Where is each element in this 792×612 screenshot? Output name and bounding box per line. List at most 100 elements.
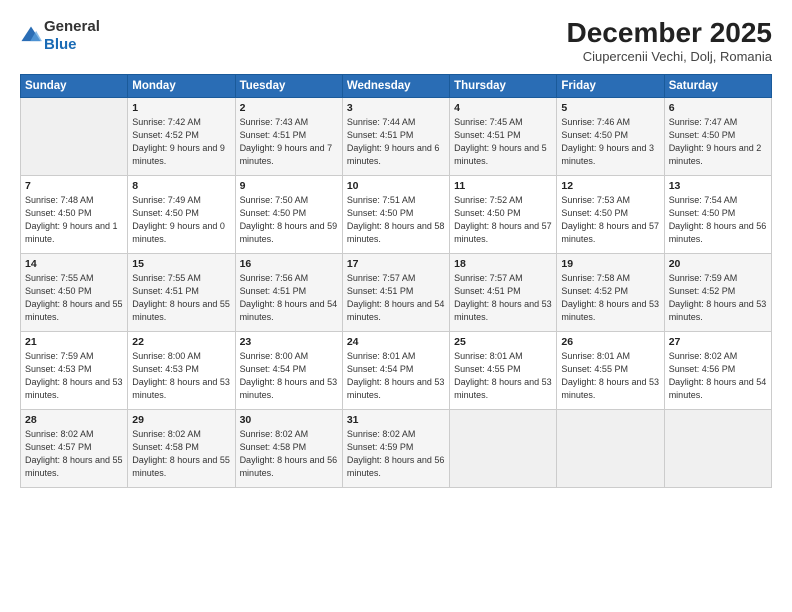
header-wednesday: Wednesday: [342, 74, 449, 97]
cell-4-1: 29 Sunrise: 8:02 AMSunset: 4:58 PMDayligh…: [128, 409, 235, 487]
logo: General Blue: [20, 18, 100, 54]
day-info: Sunrise: 7:51 AMSunset: 4:50 PMDaylight:…: [347, 194, 445, 246]
day-info: Sunrise: 7:48 AMSunset: 4:50 PMDaylight:…: [25, 194, 123, 246]
day-info: Sunrise: 8:02 AMSunset: 4:58 PMDaylight:…: [240, 428, 338, 480]
cell-3-6: 27Sunrise: 8:02 AMSunset: 4:56 PMDayligh…: [664, 331, 771, 409]
week-row-0: 1 Sunrise: 7:42 AMSunset: 4:52 PMDaylight…: [21, 97, 772, 175]
cell-2-5: 19 Sunrise: 7:58 AMSunset: 4:52 PMDayligh…: [557, 253, 664, 331]
day-number: 27: [669, 336, 767, 348]
location: Ciupercenii Vechi, Dolj, Romania: [567, 49, 772, 64]
day-info: Sunrise: 7:59 AMSunset: 4:52 PMDaylight:…: [669, 272, 767, 324]
day-number: 31: [347, 414, 445, 426]
day-number: 30: [240, 414, 338, 426]
month-title: December 2025: [567, 18, 772, 49]
day-info: Sunrise: 7:56 AMSunset: 4:51 PMDaylight:…: [240, 272, 338, 324]
day-number: 3: [347, 102, 445, 114]
day-info: Sunrise: 7:47 AMSunset: 4:50 PMDaylight:…: [669, 116, 767, 168]
day-info: Sunrise: 8:01 AMSunset: 4:55 PMDaylight:…: [561, 350, 659, 402]
day-number: 12: [561, 180, 659, 192]
logo-general: General: [44, 18, 100, 35]
day-number: 22: [132, 336, 230, 348]
logo-text: General Blue: [44, 18, 100, 54]
day-number: 19: [561, 258, 659, 270]
cell-2-1: 15Sunrise: 7:55 AMSunset: 4:51 PMDayligh…: [128, 253, 235, 331]
day-number: 7: [25, 180, 123, 192]
cell-0-6: 6 Sunrise: 7:47 AMSunset: 4:50 PMDaylight…: [664, 97, 771, 175]
cell-0-2: 2Sunrise: 7:43 AMSunset: 4:51 PMDaylight…: [235, 97, 342, 175]
day-info: Sunrise: 7:58 AMSunset: 4:52 PMDaylight:…: [561, 272, 659, 324]
cell-1-6: 13 Sunrise: 7:54 AMSunset: 4:50 PMDayligh…: [664, 175, 771, 253]
header-saturday: Saturday: [664, 74, 771, 97]
cell-4-2: 30 Sunrise: 8:02 AMSunset: 4:58 PMDayligh…: [235, 409, 342, 487]
cell-1-2: 9 Sunrise: 7:50 AMSunset: 4:50 PMDaylight…: [235, 175, 342, 253]
day-number: 24: [347, 336, 445, 348]
day-number: 29: [132, 414, 230, 426]
cell-0-0: [21, 97, 128, 175]
calendar-table: SundayMondayTuesdayWednesdayThursdayFrid…: [20, 74, 772, 488]
week-row-2: 14 Sunrise: 7:55 AMSunset: 4:50 PMDayligh…: [21, 253, 772, 331]
cell-4-3: 31Sunrise: 8:02 AMSunset: 4:59 PMDayligh…: [342, 409, 449, 487]
day-number: 1: [132, 102, 230, 114]
header-tuesday: Tuesday: [235, 74, 342, 97]
cell-3-5: 26Sunrise: 8:01 AMSunset: 4:55 PMDayligh…: [557, 331, 664, 409]
cell-0-4: 4 Sunrise: 7:45 AMSunset: 4:51 PMDaylight…: [450, 97, 557, 175]
day-info: Sunrise: 7:54 AMSunset: 4:50 PMDaylight:…: [669, 194, 767, 246]
day-info: Sunrise: 7:57 AMSunset: 4:51 PMDaylight:…: [454, 272, 552, 324]
cell-4-5: [557, 409, 664, 487]
day-info: Sunrise: 8:00 AMSunset: 4:54 PMDaylight:…: [240, 350, 338, 402]
day-number: 14: [25, 258, 123, 270]
week-row-4: 28Sunrise: 8:02 AMSunset: 4:57 PMDayligh…: [21, 409, 772, 487]
cell-0-3: 3 Sunrise: 7:44 AMSunset: 4:51 PMDaylight…: [342, 97, 449, 175]
day-info: Sunrise: 7:43 AMSunset: 4:51 PMDaylight:…: [240, 116, 338, 168]
header-sunday: Sunday: [21, 74, 128, 97]
cell-0-5: 5Sunrise: 7:46 AMSunset: 4:50 PMDaylight…: [557, 97, 664, 175]
day-info: Sunrise: 8:01 AMSunset: 4:55 PMDaylight:…: [454, 350, 552, 402]
cell-1-5: 12Sunrise: 7:53 AMSunset: 4:50 PMDayligh…: [557, 175, 664, 253]
cell-1-3: 10Sunrise: 7:51 AMSunset: 4:50 PMDayligh…: [342, 175, 449, 253]
day-number: 20: [669, 258, 767, 270]
day-number: 8: [132, 180, 230, 192]
day-number: 13: [669, 180, 767, 192]
cell-1-4: 11Sunrise: 7:52 AMSunset: 4:50 PMDayligh…: [450, 175, 557, 253]
cell-4-6: [664, 409, 771, 487]
day-info: Sunrise: 7:46 AMSunset: 4:50 PMDaylight:…: [561, 116, 659, 168]
cell-1-0: 7 Sunrise: 7:48 AMSunset: 4:50 PMDaylight…: [21, 175, 128, 253]
title-block: December 2025 Ciupercenii Vechi, Dolj, R…: [567, 18, 772, 64]
day-info: Sunrise: 7:42 AMSunset: 4:52 PMDaylight:…: [132, 116, 230, 168]
cell-3-2: 23 Sunrise: 8:00 AMSunset: 4:54 PMDayligh…: [235, 331, 342, 409]
cell-2-6: 20 Sunrise: 7:59 AMSunset: 4:52 PMDayligh…: [664, 253, 771, 331]
cell-3-0: 21Sunrise: 7:59 AMSunset: 4:53 PMDayligh…: [21, 331, 128, 409]
cell-2-4: 18 Sunrise: 7:57 AMSunset: 4:51 PMDayligh…: [450, 253, 557, 331]
day-number: 15: [132, 258, 230, 270]
day-number: 17: [347, 258, 445, 270]
header: General Blue December 2025 Ciupercenii V…: [20, 18, 772, 64]
cell-4-0: 28Sunrise: 8:02 AMSunset: 4:57 PMDayligh…: [21, 409, 128, 487]
day-info: Sunrise: 7:45 AMSunset: 4:51 PMDaylight:…: [454, 116, 552, 168]
day-info: Sunrise: 7:44 AMSunset: 4:51 PMDaylight:…: [347, 116, 445, 168]
day-info: Sunrise: 8:02 AMSunset: 4:58 PMDaylight:…: [132, 428, 230, 480]
cell-3-4: 25 Sunrise: 8:01 AMSunset: 4:55 PMDayligh…: [450, 331, 557, 409]
header-monday: Monday: [128, 74, 235, 97]
day-number: 4: [454, 102, 552, 114]
day-number: 9: [240, 180, 338, 192]
day-info: Sunrise: 8:01 AMSunset: 4:54 PMDaylight:…: [347, 350, 445, 402]
day-number: 18: [454, 258, 552, 270]
page: General Blue December 2025 Ciupercenii V…: [0, 0, 792, 612]
day-info: Sunrise: 7:59 AMSunset: 4:53 PMDaylight:…: [25, 350, 123, 402]
day-info: Sunrise: 8:00 AMSunset: 4:53 PMDaylight:…: [132, 350, 230, 402]
header-row: SundayMondayTuesdayWednesdayThursdayFrid…: [21, 74, 772, 97]
day-number: 16: [240, 258, 338, 270]
day-info: Sunrise: 7:57 AMSunset: 4:51 PMDaylight:…: [347, 272, 445, 324]
cell-3-1: 22 Sunrise: 8:00 AMSunset: 4:53 PMDayligh…: [128, 331, 235, 409]
day-number: 6: [669, 102, 767, 114]
day-number: 25: [454, 336, 552, 348]
day-info: Sunrise: 7:50 AMSunset: 4:50 PMDaylight:…: [240, 194, 338, 246]
day-info: Sunrise: 7:55 AMSunset: 4:50 PMDaylight:…: [25, 272, 123, 324]
cell-2-3: 17 Sunrise: 7:57 AMSunset: 4:51 PMDayligh…: [342, 253, 449, 331]
header-friday: Friday: [557, 74, 664, 97]
week-row-1: 7 Sunrise: 7:48 AMSunset: 4:50 PMDaylight…: [21, 175, 772, 253]
cell-3-3: 24 Sunrise: 8:01 AMSunset: 4:54 PMDayligh…: [342, 331, 449, 409]
day-number: 23: [240, 336, 338, 348]
day-info: Sunrise: 7:52 AMSunset: 4:50 PMDaylight:…: [454, 194, 552, 246]
cell-2-2: 16 Sunrise: 7:56 AMSunset: 4:51 PMDayligh…: [235, 253, 342, 331]
